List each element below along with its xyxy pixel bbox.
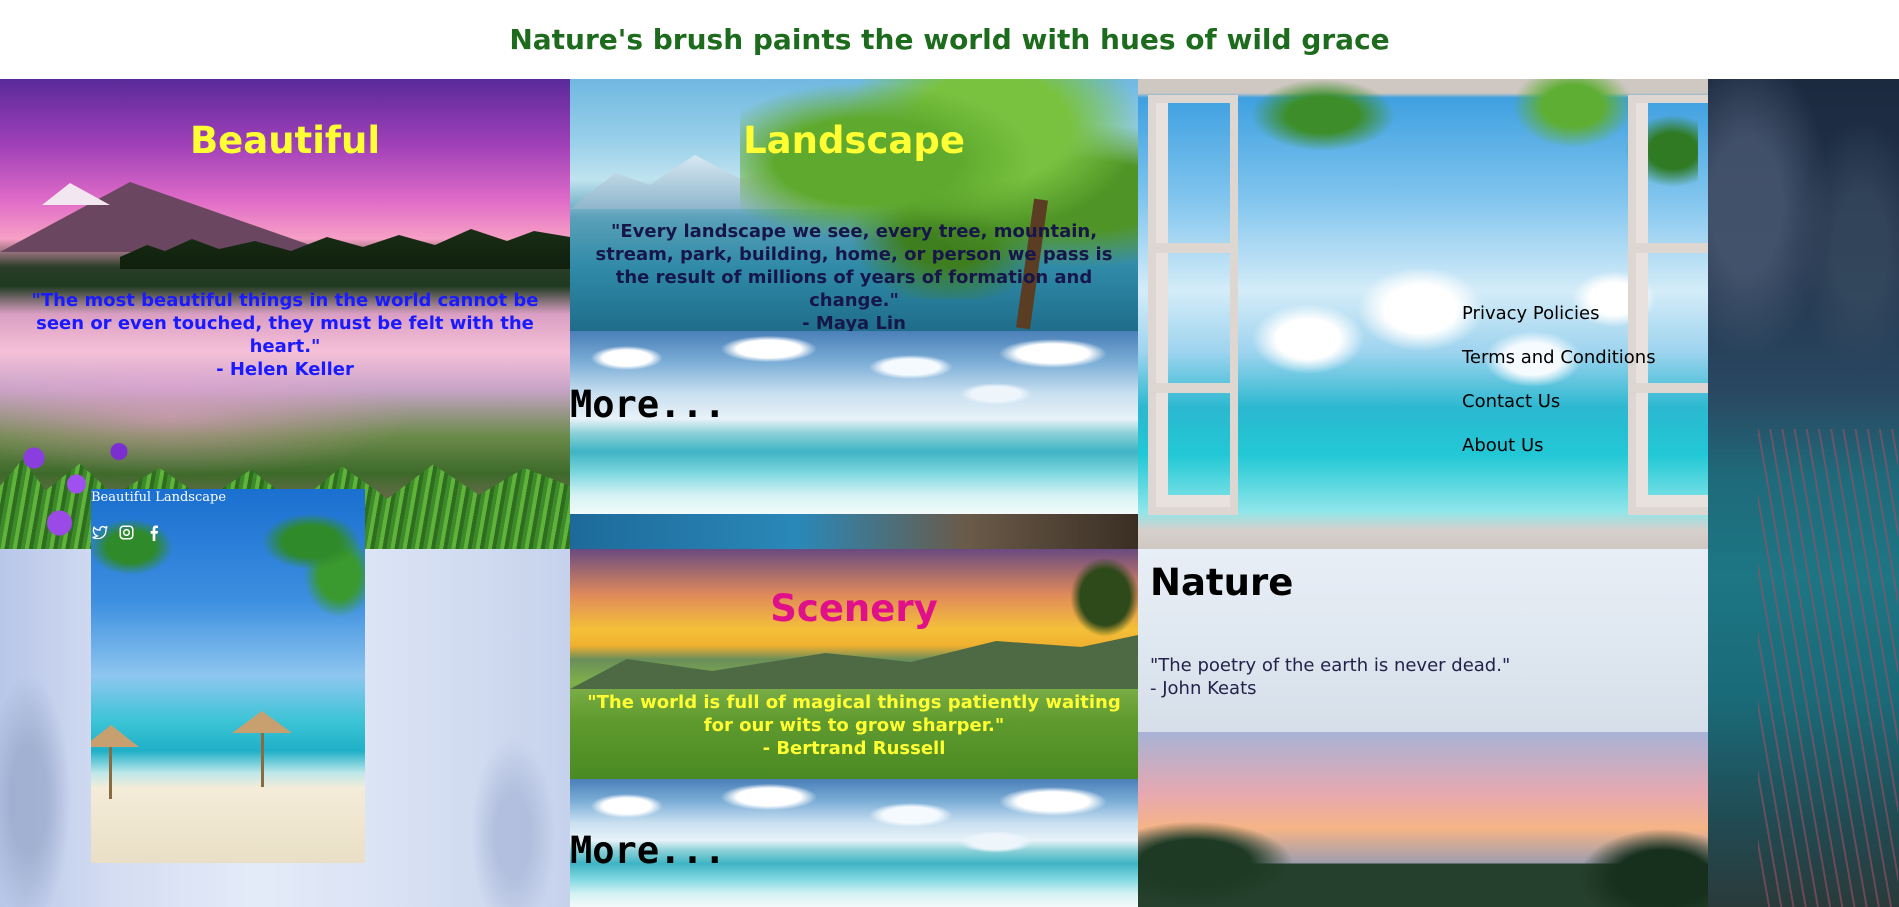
- quote-text: "The poetry of the earth is never dead.": [1150, 655, 1511, 676]
- panel-title-landscape: Landscape: [743, 119, 965, 162]
- social-links: [91, 525, 162, 542]
- brand-name: Beautiful Landscape: [91, 490, 227, 505]
- quote-landscape: "Every landscape we see, every tree, mou…: [584, 220, 1124, 331]
- umbrella-pole: [109, 739, 112, 799]
- leaves-image: [1198, 79, 1698, 259]
- quote-scenery: "The world is full of magical things pat…: [584, 691, 1124, 760]
- menu-item-contact[interactable]: Contact Us: [1462, 391, 1656, 435]
- mountain-snow: [42, 183, 110, 205]
- page-title: Nature's brush paints the world with hue…: [509, 23, 1390, 56]
- hills-image: [570, 635, 1138, 689]
- palm-silhouette: [1138, 762, 1708, 907]
- cliff-lake-image: [1708, 79, 1899, 907]
- facebook-icon[interactable]: [145, 525, 162, 542]
- sunset-image: [1138, 732, 1708, 907]
- quote-author: - Bertrand Russell: [762, 738, 946, 759]
- panel-title-beautiful: Beautiful: [189, 119, 381, 162]
- more-link[interactable]: More...: [570, 829, 726, 872]
- beach-card: Beautiful Landscape: [91, 489, 365, 863]
- panel-title-scenery: Scenery: [770, 587, 938, 630]
- quote-author: - Maya Lin: [802, 313, 906, 331]
- quote-beautiful: "The most beautiful things in the world …: [20, 289, 550, 381]
- panel-title-nature: Nature: [1150, 561, 1294, 604]
- quote-author: - John Keats: [1150, 678, 1257, 699]
- footer-menu: Privacy Policies Terms and Conditions Co…: [1462, 303, 1656, 479]
- menu-item-terms[interactable]: Terms and Conditions: [1462, 347, 1656, 391]
- umbrella-icon: [232, 711, 292, 733]
- quote-author: - Helen Keller: [216, 359, 354, 380]
- menu-item-about[interactable]: About Us: [1462, 435, 1656, 479]
- panel-nature: Nature "The poetry of the earth is never…: [1138, 549, 1708, 732]
- window-shutter-left: [1148, 95, 1238, 515]
- panel-beautiful: Beautiful "The most beautiful things in …: [0, 79, 570, 549]
- twitter-icon[interactable]: [91, 525, 108, 542]
- plant-image: [1758, 429, 1898, 907]
- dock-image: [570, 514, 1138, 549]
- panel-more-2: More...: [570, 779, 1138, 907]
- menu-item-privacy[interactable]: Privacy Policies: [1462, 303, 1656, 347]
- quote-text: "The world is full of magical things pat…: [587, 692, 1121, 736]
- more-link[interactable]: More...: [570, 383, 726, 426]
- instagram-icon[interactable]: [118, 525, 135, 542]
- palm-tree-image: [241, 499, 365, 669]
- panel-landscape: Landscape "Every landscape we see, every…: [570, 79, 1138, 331]
- quote-text: "The most beautiful things in the world …: [31, 290, 539, 357]
- panel-more-1: More...: [570, 331, 1138, 514]
- umbrella-pole: [261, 727, 264, 787]
- quote-text: "Every landscape we see, every tree, mou…: [595, 221, 1113, 311]
- panel-scenery: Scenery "The world is full of magical th…: [570, 549, 1138, 779]
- quote-nature: "The poetry of the earth is never dead."…: [1150, 654, 1690, 700]
- page-header: Nature's brush paints the world with hue…: [0, 0, 1899, 79]
- umbrella-icon: [91, 725, 139, 747]
- palm-tree-image: [91, 499, 191, 619]
